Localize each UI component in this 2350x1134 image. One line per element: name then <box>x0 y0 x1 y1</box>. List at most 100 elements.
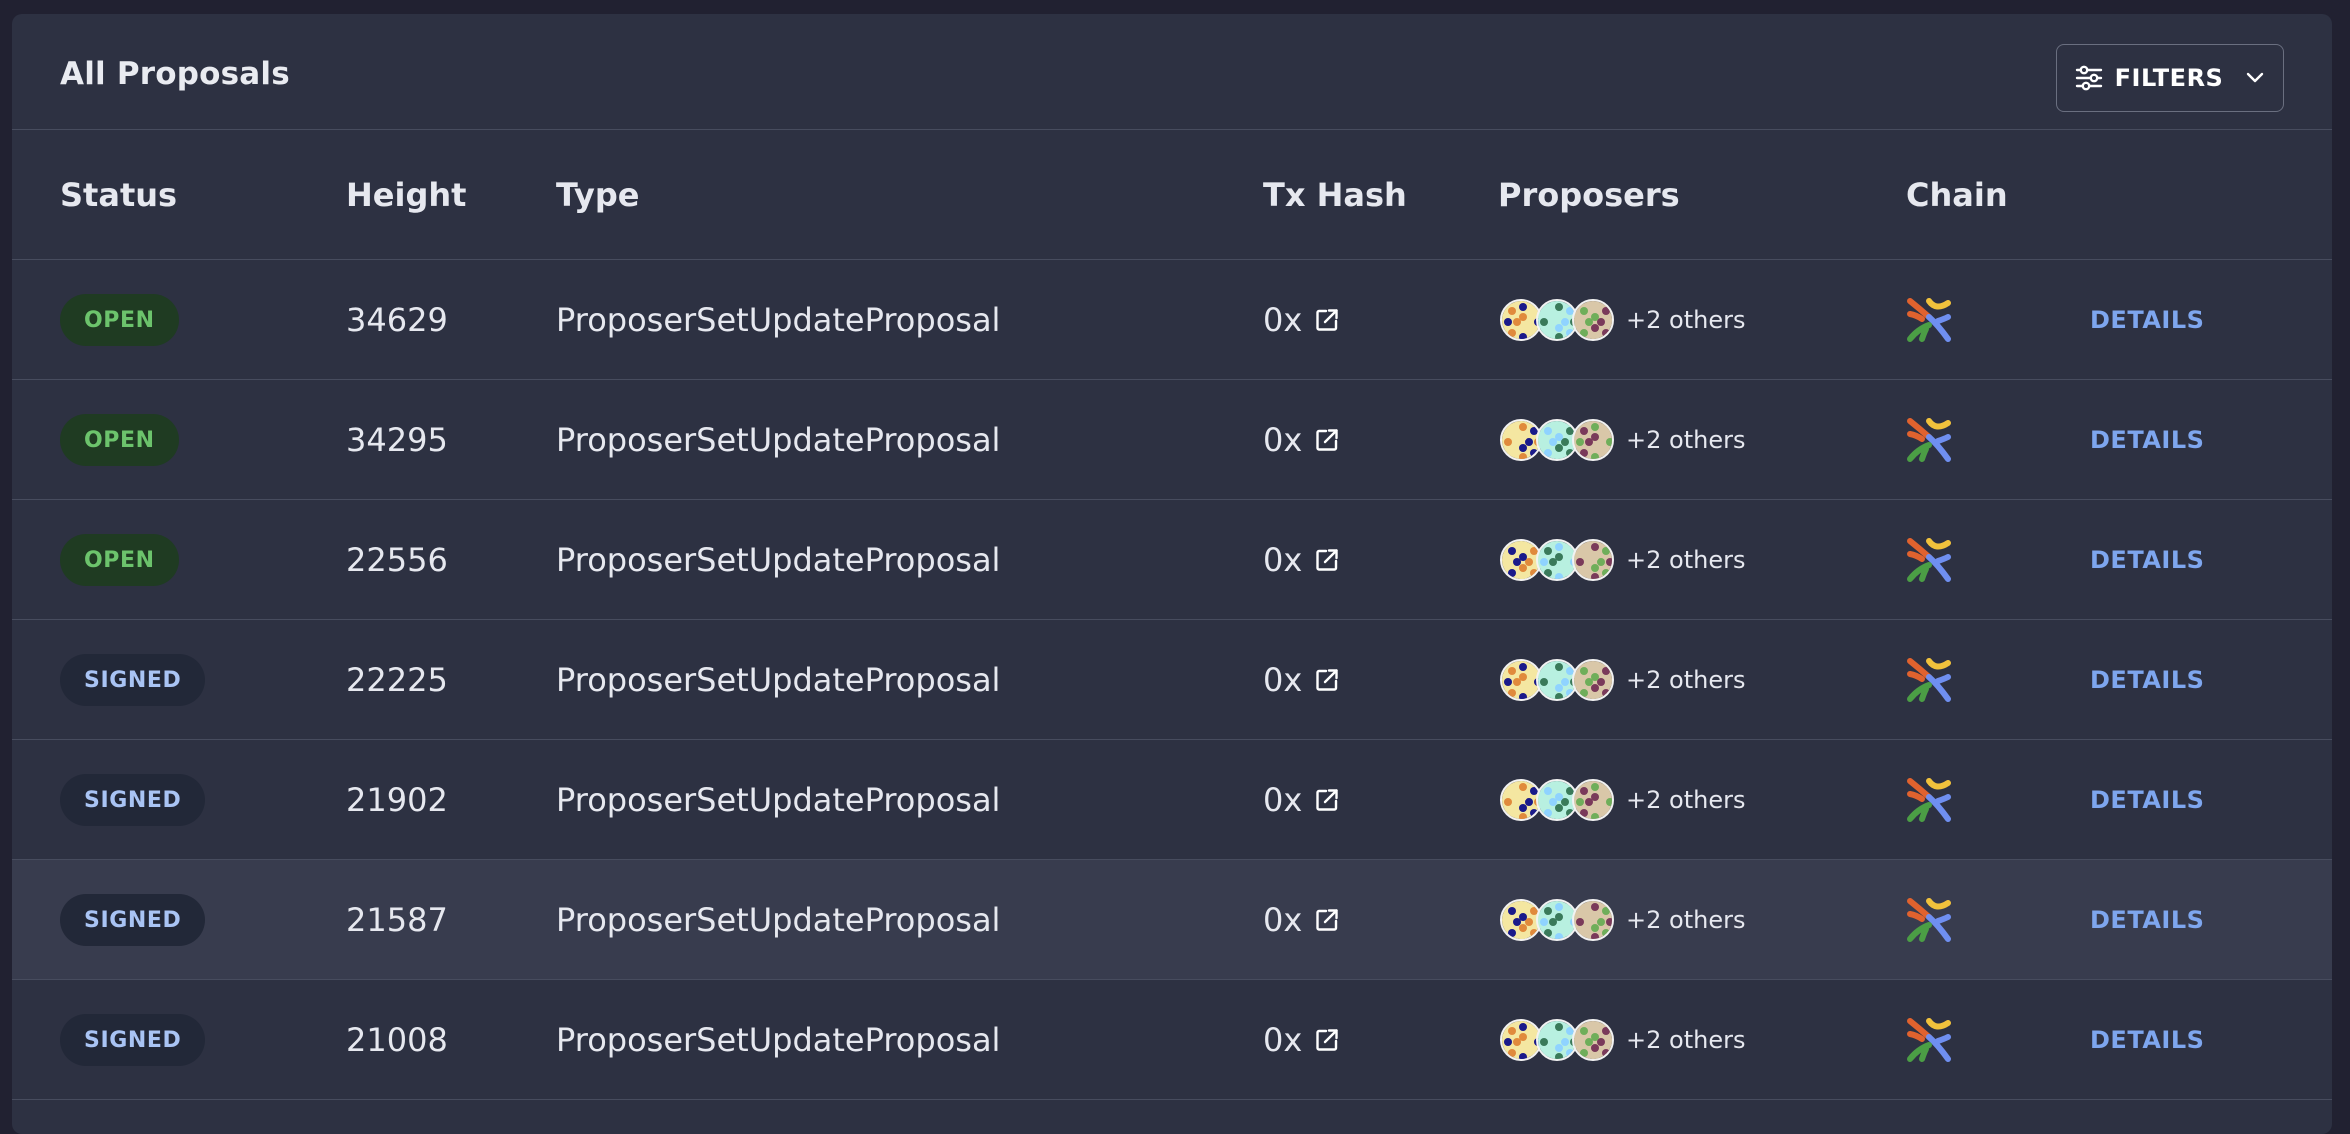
filters-button[interactable]: FILTERS <box>2056 44 2284 112</box>
type-value: ProposerSetUpdateProposal <box>556 301 1001 339</box>
table-row[interactable]: SIGNED 21008 ProposerSetUpdateProposal 0x +2… <box>12 980 2332 1100</box>
status-badge: OPEN <box>60 414 179 466</box>
height-value: 21902 <box>346 781 448 819</box>
avatar[interactable] <box>1572 779 1614 821</box>
table-row[interactable]: OPEN 34629 ProposerSetUpdateProposal 0x +2 o… <box>12 260 2332 380</box>
tx-hash-cell: 0x <box>1263 260 1340 380</box>
avatar[interactable] <box>1572 659 1614 701</box>
details-button[interactable]: DETAILS <box>2090 906 2204 934</box>
external-link-icon <box>1314 1027 1340 1053</box>
type-value: ProposerSetUpdateProposal <box>556 661 1001 699</box>
sliders-icon <box>2075 65 2103 91</box>
others-count[interactable]: +2 others <box>1626 1026 1745 1054</box>
table-row[interactable]: SIGNED 21902 ProposerSetUpdateProposal 0x +2… <box>12 740 2332 860</box>
chain-cell <box>1904 980 1954 1100</box>
status-badge: SIGNED <box>60 654 206 706</box>
proposer-avatars <box>1500 1019 1614 1061</box>
height-value: 21008 <box>346 1021 448 1059</box>
proposers-cell: +2 others <box>1500 980 1745 1100</box>
avatar[interactable] <box>1572 899 1614 941</box>
others-count[interactable]: +2 others <box>1626 306 1745 334</box>
avatar[interactable] <box>1572 539 1614 581</box>
table-row[interactable]: SIGNED 22225 ProposerSetUpdateProposal 0x +2… <box>12 620 2332 740</box>
details-button[interactable]: DETAILS <box>2090 306 2204 334</box>
tx-hash-cell: 0x <box>1263 860 1340 980</box>
chain-logo-icon <box>1904 535 1954 585</box>
table-row[interactable]: OPEN 34295 ProposerSetUpdateProposal 0x +2 o… <box>12 380 2332 500</box>
proposer-avatars <box>1500 539 1614 581</box>
status-cell: OPEN <box>60 500 179 620</box>
chevron-down-icon <box>2245 72 2265 84</box>
header-type[interactable]: Type <box>556 130 640 260</box>
type-value: ProposerSetUpdateProposal <box>556 421 1001 459</box>
details-button[interactable]: DETAILS <box>2090 426 2204 454</box>
card-header: All Proposals FILTERS <box>12 14 2332 130</box>
table-row[interactable]: SIGNED 21587 ProposerSetUpdateProposal 0x +2… <box>12 860 2332 980</box>
details-cell: DETAILS <box>2090 380 2204 500</box>
chain-cell <box>1904 500 1954 620</box>
table-row[interactable]: OPEN 22556 ProposerSetUpdateProposal 0x +2 o… <box>12 500 2332 620</box>
chain-logo-icon <box>1904 895 1954 945</box>
tx-hash-link[interactable]: 0x <box>1263 661 1340 699</box>
header-chain[interactable]: Chain <box>1906 130 2008 260</box>
avatar[interactable] <box>1572 419 1614 461</box>
avatar[interactable] <box>1572 299 1614 341</box>
status-badge: OPEN <box>60 534 179 586</box>
proposers-cell: +2 others <box>1500 380 1745 500</box>
tx-hash-link[interactable]: 0x <box>1263 781 1340 819</box>
tx-hash-value: 0x <box>1263 421 1303 459</box>
chain-cell <box>1904 380 1954 500</box>
status-cell: OPEN <box>60 380 179 500</box>
details-cell: DETAILS <box>2090 620 2204 740</box>
page-title: All Proposals <box>60 56 290 92</box>
header-tx-hash[interactable]: Tx Hash <box>1263 130 1407 260</box>
header-status[interactable]: Status <box>60 130 177 260</box>
others-count[interactable]: +2 others <box>1626 786 1745 814</box>
details-cell: DETAILS <box>2090 500 2204 620</box>
height-value: 22556 <box>346 541 448 579</box>
external-link-icon <box>1314 547 1340 573</box>
others-count[interactable]: +2 others <box>1626 666 1745 694</box>
details-button[interactable]: DETAILS <box>2090 1026 2204 1054</box>
tx-hash-link[interactable]: 0x <box>1263 421 1340 459</box>
tx-hash-value: 0x <box>1263 661 1303 699</box>
proposer-avatars <box>1500 299 1614 341</box>
tx-hash-cell: 0x <box>1263 980 1340 1100</box>
details-button[interactable]: DETAILS <box>2090 666 2204 694</box>
header-height[interactable]: Height <box>346 130 466 260</box>
chain-logo-icon <box>1904 775 1954 825</box>
tx-hash-link[interactable]: 0x <box>1263 301 1340 339</box>
chain-logo-icon <box>1904 1015 1954 1065</box>
chain-logo-icon <box>1904 655 1954 705</box>
proposers-cell: +2 others <box>1500 260 1745 380</box>
proposer-avatars <box>1500 419 1614 461</box>
proposer-avatars <box>1500 779 1614 821</box>
proposers-cell: +2 others <box>1500 620 1745 740</box>
others-count[interactable]: +2 others <box>1626 906 1745 934</box>
tx-hash-value: 0x <box>1263 301 1303 339</box>
status-cell: SIGNED <box>60 740 206 860</box>
others-count[interactable]: +2 others <box>1626 546 1745 574</box>
type-value: ProposerSetUpdateProposal <box>556 781 1001 819</box>
height-value: 34295 <box>346 421 448 459</box>
details-cell: DETAILS <box>2090 260 2204 380</box>
status-cell: OPEN <box>60 260 179 380</box>
height-value: 21587 <box>346 901 448 939</box>
tx-hash-link[interactable]: 0x <box>1263 1021 1340 1059</box>
status-cell: SIGNED <box>60 620 206 740</box>
tx-hash-link[interactable]: 0x <box>1263 901 1340 939</box>
status-cell: SIGNED <box>60 860 206 980</box>
others-count[interactable]: +2 others <box>1626 426 1745 454</box>
status-badge: SIGNED <box>60 1014 206 1066</box>
filters-label: FILTERS <box>2114 64 2224 92</box>
table-body: OPEN 34629 ProposerSetUpdateProposal 0x +2 o… <box>12 260 2332 1100</box>
chain-cell <box>1904 260 1954 380</box>
chain-logo-icon <box>1904 295 1954 345</box>
details-button[interactable]: DETAILS <box>2090 546 2204 574</box>
avatar[interactable] <box>1572 1019 1614 1061</box>
tx-hash-link[interactable]: 0x <box>1263 541 1340 579</box>
header-proposers[interactable]: Proposers <box>1498 130 1680 260</box>
tx-hash-cell: 0x <box>1263 380 1340 500</box>
details-button[interactable]: DETAILS <box>2090 786 2204 814</box>
external-link-icon <box>1314 907 1340 933</box>
